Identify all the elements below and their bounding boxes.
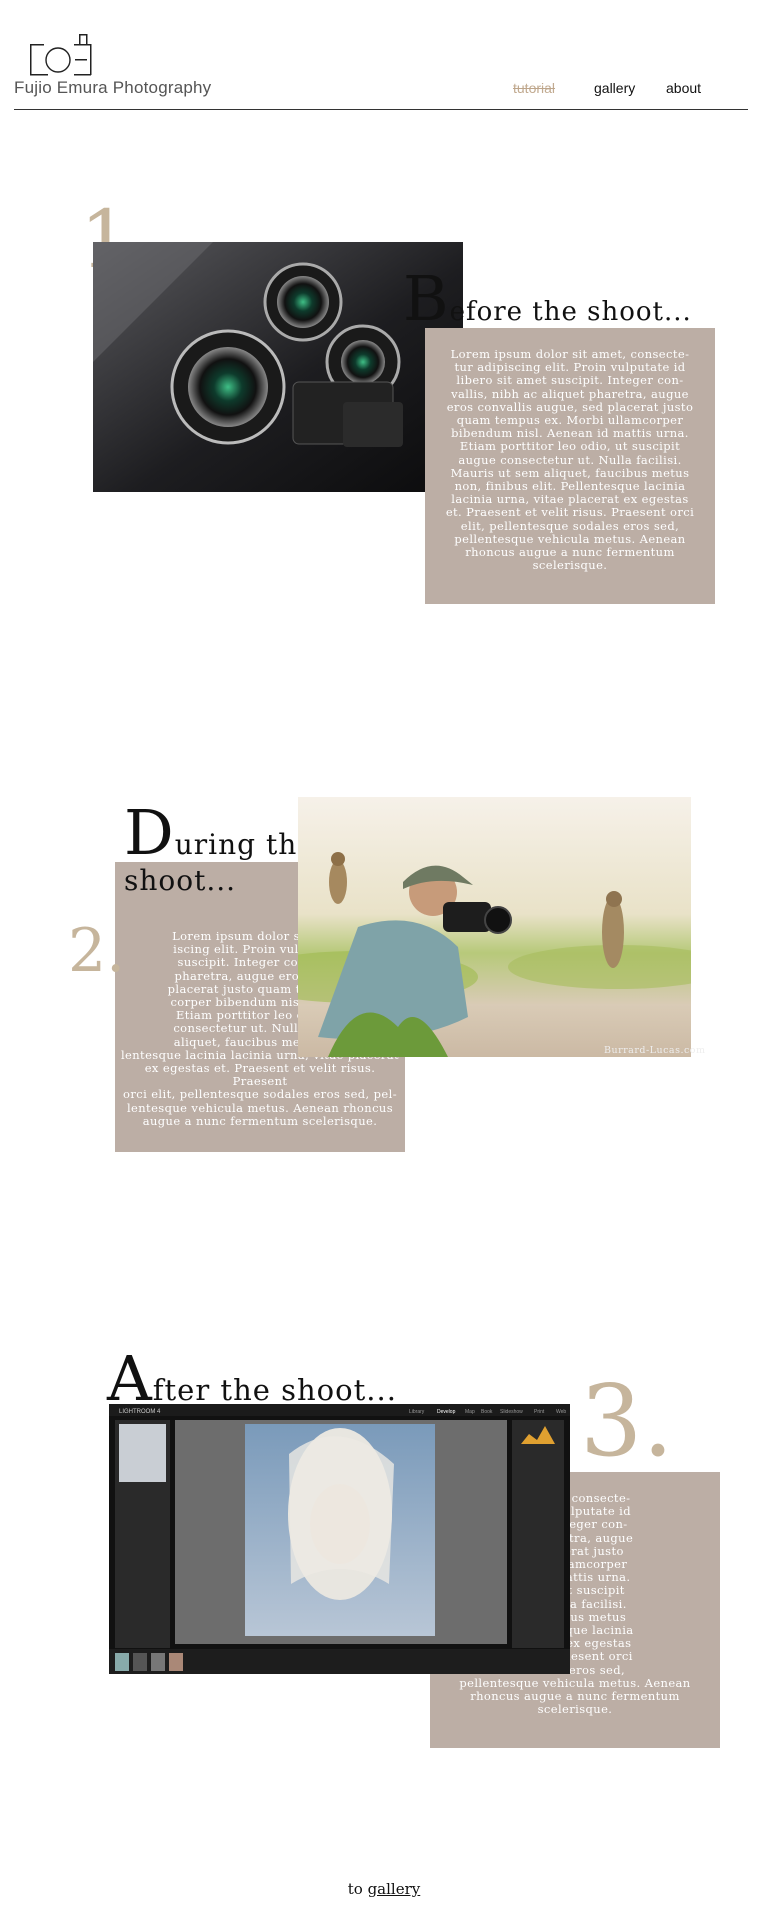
lightroom-title: LIGHTROOM 4 — [119, 1409, 161, 1415]
footer-prefix: to — [347, 1880, 363, 1898]
lightroom-module-develop: Develop — [437, 1409, 456, 1415]
lightroom-module-library: Library — [409, 1409, 425, 1415]
lightroom-screenshot: LIGHTROOM 4 Library Develop Map Book Slidesh… — [109, 1404, 570, 1674]
header-divider — [14, 109, 748, 110]
nav-gallery[interactable]: gallery — [594, 80, 635, 96]
photographer-meerkats-photo — [298, 797, 691, 1057]
footer: to gallery — [0, 1880, 768, 1898]
step-number-3: 3. — [580, 1365, 674, 1479]
lightroom-module-print: Print — [534, 1409, 545, 1415]
section-heading-after: After the shoot... — [107, 1348, 397, 1410]
nav-about[interactable]: about — [666, 80, 701, 96]
lightroom-module-web: Web — [556, 1409, 566, 1415]
lightroom-module-map: Map — [465, 1409, 475, 1415]
body-text-before: Lorem ipsum dolor sit amet, consecte- tu… — [445, 347, 695, 573]
heading-text: uring the — [174, 828, 315, 861]
heading-initial: D — [124, 796, 175, 869]
heading-text-line2: shoot... — [124, 864, 237, 897]
heading-initial: B — [403, 262, 450, 335]
heading-text: efore the shoot... — [449, 297, 692, 327]
step-number-2: 2. — [68, 916, 126, 986]
photo-credit: Burrard-Lucas.com — [604, 1045, 706, 1056]
footer-gallery-link[interactable]: gallery — [368, 1880, 421, 1898]
heading-text: fter the shoot... — [152, 1373, 397, 1407]
brand-name[interactable]: Fujio Emura Photography — [14, 78, 211, 98]
lightroom-module-book: Book — [481, 1409, 493, 1415]
lightroom-module-slideshow: Slideshow — [500, 1409, 523, 1415]
camera-logo-icon[interactable] — [24, 30, 94, 80]
section-heading-before: Before the shoot... — [403, 268, 692, 330]
nav-tutorial[interactable]: tutorial — [513, 80, 555, 96]
section-heading-during: During the shoot... — [124, 802, 324, 898]
